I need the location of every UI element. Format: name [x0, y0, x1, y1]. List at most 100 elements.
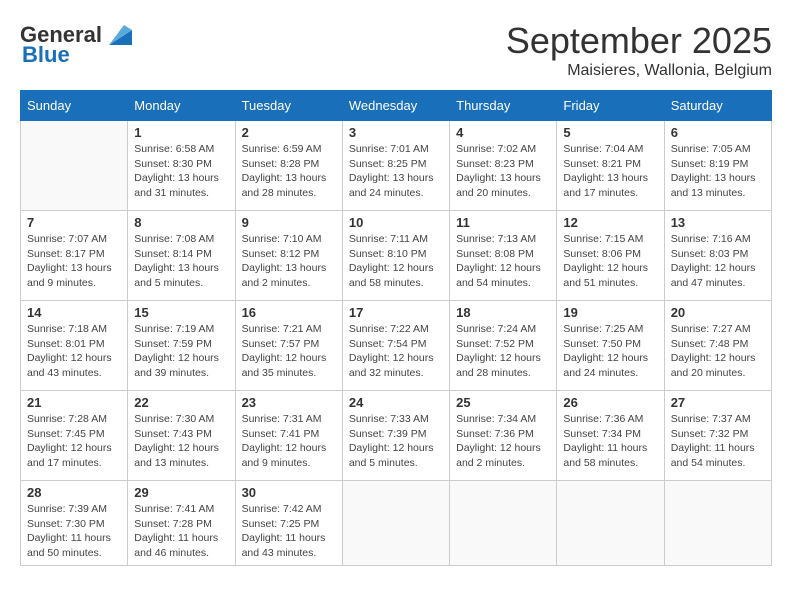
day-number: 4 — [456, 125, 550, 140]
day-number: 22 — [134, 395, 228, 410]
calendar-cell: 8 Sunrise: 7:08 AM Sunset: 8:14 PM Daylig… — [128, 211, 235, 301]
day-info: Sunrise: 6:58 AM Sunset: 8:30 PM Dayligh… — [134, 142, 228, 201]
day-info: Sunrise: 7:37 AM Sunset: 7:32 PM Dayligh… — [671, 412, 765, 471]
day-info: Sunrise: 7:15 AM Sunset: 8:06 PM Dayligh… — [563, 232, 657, 291]
day-info: Sunrise: 7:41 AM Sunset: 7:28 PM Dayligh… — [134, 502, 228, 561]
calendar-cell: 21 Sunrise: 7:28 AM Sunset: 7:45 PM Dayli… — [21, 391, 128, 481]
day-info: Sunrise: 7:10 AM Sunset: 8:12 PM Dayligh… — [242, 232, 336, 291]
day-number: 8 — [134, 215, 228, 230]
day-header-monday: Monday — [128, 91, 235, 121]
week-row-5: 28 Sunrise: 7:39 AM Sunset: 7:30 PM Dayli… — [21, 481, 772, 566]
calendar-cell: 30 Sunrise: 7:42 AM Sunset: 7:25 PM Dayli… — [235, 481, 342, 566]
calendar-cell: 24 Sunrise: 7:33 AM Sunset: 7:39 PM Dayli… — [342, 391, 449, 481]
day-info: Sunrise: 6:59 AM Sunset: 8:28 PM Dayligh… — [242, 142, 336, 201]
calendar-cell: 9 Sunrise: 7:10 AM Sunset: 8:12 PM Daylig… — [235, 211, 342, 301]
calendar-cell: 27 Sunrise: 7:37 AM Sunset: 7:32 PM Dayli… — [664, 391, 771, 481]
day-number: 12 — [563, 215, 657, 230]
week-row-1: 1 Sunrise: 6:58 AM Sunset: 8:30 PM Daylig… — [21, 121, 772, 211]
calendar-cell: 23 Sunrise: 7:31 AM Sunset: 7:41 PM Dayli… — [235, 391, 342, 481]
day-number: 10 — [349, 215, 443, 230]
day-info: Sunrise: 7:18 AM Sunset: 8:01 PM Dayligh… — [27, 322, 121, 381]
day-info: Sunrise: 7:07 AM Sunset: 8:17 PM Dayligh… — [27, 232, 121, 291]
calendar-cell: 1 Sunrise: 6:58 AM Sunset: 8:30 PM Daylig… — [128, 121, 235, 211]
day-header-tuesday: Tuesday — [235, 91, 342, 121]
calendar-cell: 22 Sunrise: 7:30 AM Sunset: 7:43 PM Dayli… — [128, 391, 235, 481]
calendar-cell — [342, 481, 449, 566]
location: Maisieres, Wallonia, Belgium — [506, 62, 772, 80]
day-number: 11 — [456, 215, 550, 230]
calendar-cell: 20 Sunrise: 7:27 AM Sunset: 7:48 PM Dayli… — [664, 301, 771, 391]
calendar-cell: 19Sunrise: 7:25 AM Sunset: 7:50 PM Dayli… — [557, 301, 664, 391]
calendar-table: SundayMondayTuesdayWednesdayThursdayFrid… — [20, 90, 772, 566]
day-number: 30 — [242, 485, 336, 500]
day-header-thursday: Thursday — [450, 91, 557, 121]
day-info: Sunrise: 7:02 AM Sunset: 8:23 PM Dayligh… — [456, 142, 550, 201]
day-info: Sunrise: 7:39 AM Sunset: 7:30 PM Dayligh… — [27, 502, 121, 561]
day-info: Sunrise: 7:33 AM Sunset: 7:39 PM Dayligh… — [349, 412, 443, 471]
calendar-cell: 4 Sunrise: 7:02 AM Sunset: 8:23 PM Daylig… — [450, 121, 557, 211]
day-info: Sunrise: 7:05 AM Sunset: 8:19 PM Dayligh… — [671, 142, 765, 201]
logo: General Blue — [20, 20, 134, 68]
logo-icon — [104, 20, 134, 50]
day-number: 15 — [134, 305, 228, 320]
day-info: Sunrise: 7:22 AM Sunset: 7:54 PM Dayligh… — [349, 322, 443, 381]
day-info: Sunrise: 7:08 AM Sunset: 8:14 PM Dayligh… — [134, 232, 228, 291]
day-header-sunday: Sunday — [21, 91, 128, 121]
day-number: 1 — [134, 125, 228, 140]
calendar-cell: 18 Sunrise: 7:24 AM Sunset: 7:52 PM Dayli… — [450, 301, 557, 391]
day-info: Sunrise: 7:28 AM Sunset: 7:45 PM Dayligh… — [27, 412, 121, 471]
day-number: 25 — [456, 395, 550, 410]
calendar-cell: 13Sunrise: 7:16 AM Sunset: 8:03 PM Dayli… — [664, 211, 771, 301]
day-number: 23 — [242, 395, 336, 410]
day-number: 21 — [27, 395, 121, 410]
day-header-friday: Friday — [557, 91, 664, 121]
title-area: September 2025 Maisieres, Wallonia, Belg… — [506, 20, 772, 80]
day-number: 19 — [563, 305, 657, 320]
calendar-cell — [450, 481, 557, 566]
calendar-cell — [664, 481, 771, 566]
day-info: Sunrise: 7:21 AM Sunset: 7:57 PM Dayligh… — [242, 322, 336, 381]
day-number: 18 — [456, 305, 550, 320]
calendar-cell: 15 Sunrise: 7:19 AM Sunset: 7:59 PM Dayli… — [128, 301, 235, 391]
header: General Blue September 2025 Maisieres, W… — [20, 20, 772, 80]
day-info: Sunrise: 7:04 AM Sunset: 8:21 PM Dayligh… — [563, 142, 657, 201]
day-info: Sunrise: 7:27 AM Sunset: 7:48 PM Dayligh… — [671, 322, 765, 381]
calendar-cell: 17 Sunrise: 7:22 AM Sunset: 7:54 PM Dayli… — [342, 301, 449, 391]
day-info: Sunrise: 7:34 AM Sunset: 7:36 PM Dayligh… — [456, 412, 550, 471]
calendar-cell: 5 Sunrise: 7:04 AM Sunset: 8:21 PM Daylig… — [557, 121, 664, 211]
day-number: 3 — [349, 125, 443, 140]
day-number: 29 — [134, 485, 228, 500]
day-info: Sunrise: 7:24 AM Sunset: 7:52 PM Dayligh… — [456, 322, 550, 381]
day-info: Sunrise: 7:36 AM Sunset: 7:34 PM Dayligh… — [563, 412, 657, 471]
calendar-cell: 12 Sunrise: 7:15 AM Sunset: 8:06 PM Dayli… — [557, 211, 664, 301]
calendar-cell: 16Sunrise: 7:21 AM Sunset: 7:57 PM Dayli… — [235, 301, 342, 391]
day-number: 27 — [671, 395, 765, 410]
day-number: 24 — [349, 395, 443, 410]
day-number: 20 — [671, 305, 765, 320]
day-info: Sunrise: 7:11 AM Sunset: 8:10 PM Dayligh… — [349, 232, 443, 291]
week-row-2: 7Sunrise: 7:07 AM Sunset: 8:17 PM Daylig… — [21, 211, 772, 301]
header-row: SundayMondayTuesdayWednesdayThursdayFrid… — [21, 91, 772, 121]
day-number: 9 — [242, 215, 336, 230]
day-info: Sunrise: 7:13 AM Sunset: 8:08 PM Dayligh… — [456, 232, 550, 291]
day-number: 14 — [27, 305, 121, 320]
calendar-cell: 14 Sunrise: 7:18 AM Sunset: 8:01 PM Dayli… — [21, 301, 128, 391]
day-info: Sunrise: 7:19 AM Sunset: 7:59 PM Dayligh… — [134, 322, 228, 381]
calendar-cell: 26 Sunrise: 7:36 AM Sunset: 7:34 PM Dayli… — [557, 391, 664, 481]
day-number: 2 — [242, 125, 336, 140]
day-number: 26 — [563, 395, 657, 410]
day-number: 17 — [349, 305, 443, 320]
calendar-cell: 11 Sunrise: 7:13 AM Sunset: 8:08 PM Dayli… — [450, 211, 557, 301]
week-row-4: 21 Sunrise: 7:28 AM Sunset: 7:45 PM Dayli… — [21, 391, 772, 481]
day-info: Sunrise: 7:31 AM Sunset: 7:41 PM Dayligh… — [242, 412, 336, 471]
day-header-wednesday: Wednesday — [342, 91, 449, 121]
day-info: Sunrise: 7:30 AM Sunset: 7:43 PM Dayligh… — [134, 412, 228, 471]
month-title: September 2025 — [506, 20, 772, 62]
day-info: Sunrise: 7:42 AM Sunset: 7:25 PM Dayligh… — [242, 502, 336, 561]
calendar-cell: 29 Sunrise: 7:41 AM Sunset: 7:28 PM Dayli… — [128, 481, 235, 566]
day-info: Sunrise: 7:16 AM Sunset: 8:03 PM Dayligh… — [671, 232, 765, 291]
day-number: 5 — [563, 125, 657, 140]
day-number: 28 — [27, 485, 121, 500]
calendar-cell: 2 Sunrise: 6:59 AM Sunset: 8:28 PM Daylig… — [235, 121, 342, 211]
calendar-cell — [557, 481, 664, 566]
